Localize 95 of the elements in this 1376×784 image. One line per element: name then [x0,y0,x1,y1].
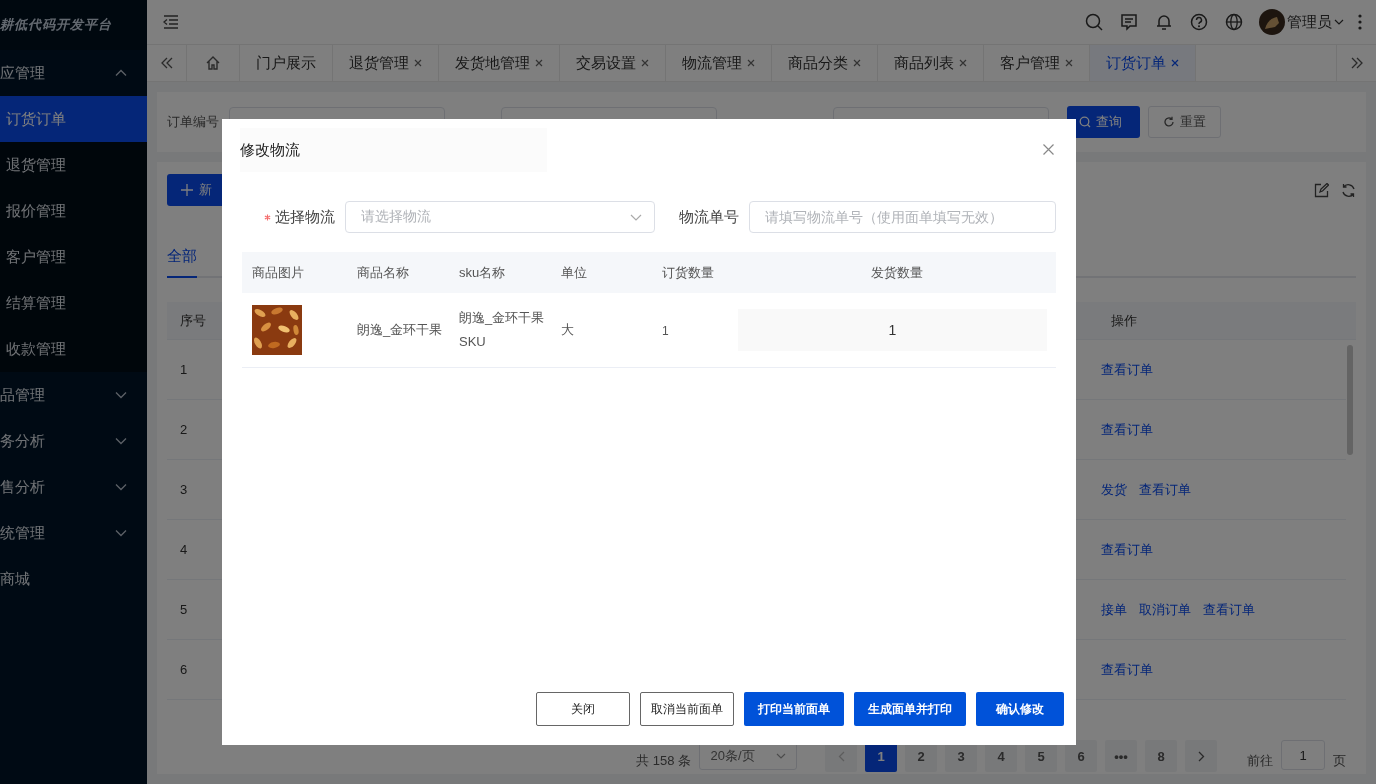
action-link[interactable]: 查看订单 [1101,360,1153,379]
action-link[interactable]: 取消订单 [1139,600,1191,619]
table-cell: 5 [180,602,188,617]
close-icon[interactable] [414,59,422,67]
table-cell: 4 [180,542,188,557]
table-cell: 1 [180,362,188,377]
goto-label: 前往 [1247,752,1273,770]
double-chevron-right-icon [1349,56,1364,70]
logistics-select[interactable]: 请选择物流 [345,201,655,233]
chevron-right-icon [1197,750,1205,762]
table-cell: 1 [662,323,669,338]
bell-icon[interactable] [1155,13,1173,31]
page-button[interactable]: 8 [1145,740,1177,772]
action-link[interactable]: 发货 [1101,480,1127,499]
total-count: 共 158 条 [636,752,691,770]
column-header: 序号 [180,312,206,328]
page-suffix: 页 [1333,752,1346,770]
close-icon[interactable] [641,59,649,67]
search-button[interactable]: 查询 [1067,106,1140,138]
menu-item[interactable]: 商城 [0,556,147,602]
table-cell: 大 [561,322,574,337]
close-icon[interactable] [1043,143,1054,155]
menu-item[interactable]: 统管理 [0,510,147,556]
chevron-left-icon [837,750,845,762]
dialog-button[interactable]: 取消当前面单 [640,692,734,726]
action-link[interactable]: 接单 [1101,600,1127,619]
close-icon[interactable] [959,59,967,67]
column-header: 操作 [1111,311,1137,330]
action-link[interactable]: 查看订单 [1203,600,1255,619]
search-icon[interactable] [1085,13,1103,31]
page-button[interactable]: ••• [1105,740,1137,772]
refresh-icon[interactable] [1341,182,1356,198]
submenu-item[interactable]: 结算管理 [0,280,147,326]
dialog-button[interactable]: 生成面单并打印 [854,692,966,726]
submenu-item[interactable]: 客户管理 [0,234,147,280]
chevron-down-icon [630,213,642,221]
close-icon[interactable] [1065,59,1073,67]
search-icon [1079,116,1091,128]
double-chevron-left-icon [159,56,174,70]
app-logo-text: 耕低代码开发平台 [0,0,147,50]
table-cell: 3 [180,482,188,497]
close-icon[interactable] [535,59,543,67]
plus-icon [181,184,193,196]
scrollbar-thumb[interactable] [1347,345,1353,455]
avatar-icon[interactable] [1259,9,1285,35]
action-link[interactable]: 查看订单 [1101,540,1153,559]
field-label: 选择物流 [275,207,335,227]
field-label: 物流单号 [679,207,739,227]
field-label: 订单编号 [167,113,219,131]
submenu-item[interactable]: 退货管理 [0,142,147,188]
column-header: 商品名称 [357,264,409,280]
action-link[interactable]: 查看订单 [1101,420,1153,439]
action-link[interactable]: 查看订单 [1139,480,1191,499]
table-cell: 2 [180,422,188,437]
reset-button[interactable]: 重置 [1148,106,1221,138]
more-icon[interactable] [1358,14,1362,30]
quantity-field[interactable]: 1 [738,309,1047,351]
table-cell: 6 [180,662,188,677]
submenu-item[interactable]: 收款管理 [0,326,147,372]
submenu-item[interactable]: 订货订单 [0,96,147,142]
refresh-icon [1163,116,1175,128]
column-header: 订货数量 [662,264,714,280]
menu-fold-icon[interactable] [163,15,179,29]
menu-item[interactable]: 售分析 [0,464,147,510]
user-name[interactable]: 管理员 [1287,12,1332,32]
tracking-number-input[interactable]: 请填写物流单号（使用面单填写无效） [749,201,1056,233]
close-icon[interactable] [1171,59,1179,67]
menu-item[interactable]: 应管理 [0,50,147,96]
close-icon[interactable] [747,59,755,67]
message-icon[interactable] [1120,13,1138,31]
table-cell: 朗逸_金环干果 [357,322,443,337]
page-tab[interactable]: 订货订单 [1090,45,1196,81]
menu-item[interactable]: 品管理 [0,372,147,418]
help-icon[interactable] [1190,13,1208,31]
home-icon [205,55,221,71]
column-header: sku名称 [459,264,506,280]
column-header: 单位 [561,264,587,280]
close-icon[interactable] [853,59,861,67]
caret-icon [1334,19,1344,25]
page-button[interactable]: 6 [1065,740,1097,772]
caret-icon [775,753,786,759]
submenu-item[interactable]: 报价管理 [0,188,147,234]
dialog-title: 修改物流 [240,128,547,172]
dialog-button[interactable]: 确认修改 [976,692,1064,726]
table-cell-text: 朗逸_金环干果SKU [459,309,545,351]
status-tab[interactable]: 全部 [167,247,197,278]
column-header: 发货数量 [871,263,923,282]
dialog-button[interactable]: 打印当前面单 [744,692,844,726]
edit-icon[interactable] [1314,182,1329,198]
dialog-button[interactable]: 关闭 [536,692,630,726]
action-link[interactable]: 查看订单 [1101,660,1153,679]
globe-icon[interactable] [1225,13,1243,31]
column-header: 商品图片 [252,263,304,282]
page-input[interactable]: 1 [1281,740,1325,770]
menu-item[interactable]: 务分析 [0,418,147,464]
